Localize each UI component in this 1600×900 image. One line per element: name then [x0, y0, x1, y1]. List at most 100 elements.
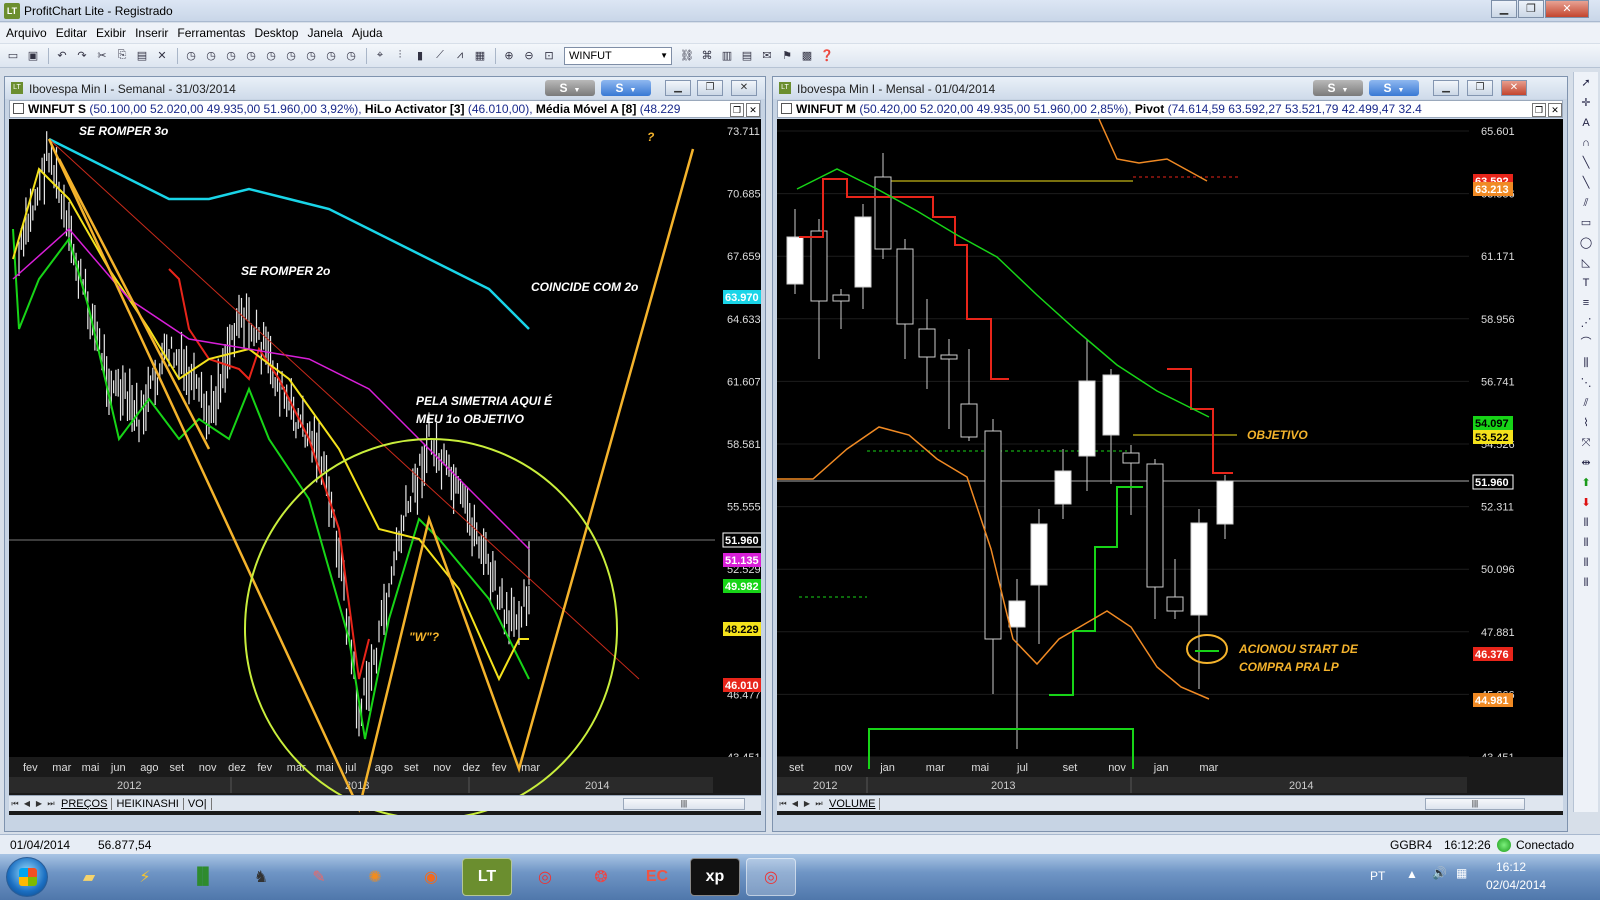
paint-icon[interactable]: ✎	[294, 858, 344, 896]
crosshair-icon[interactable]: ✛	[1576, 94, 1596, 112]
menu-arquivo[interactable]: Arquivo	[6, 26, 47, 40]
horizontal-scrollbar[interactable]: |||	[623, 798, 745, 810]
last-page-icon[interactable]: ⏭	[45, 799, 57, 809]
tray-expand-icon[interactable]: ▲	[1406, 867, 1418, 881]
fib-time-icon[interactable]: ⫼	[1576, 354, 1596, 372]
symbol-select[interactable]: WINFUT	[564, 46, 672, 65]
magnet-icon[interactable]: ∩	[1576, 134, 1596, 152]
period-s-icon[interactable]: ◷	[302, 48, 320, 64]
profitchart-icon[interactable]: ▐▌	[178, 858, 228, 896]
bar-chart-icon[interactable]: ⫶	[391, 48, 409, 64]
start-button[interactable]	[6, 857, 48, 897]
menu-desktop[interactable]: Desktop	[254, 26, 298, 40]
menu-ajuda[interactable]: Ajuda	[352, 26, 383, 40]
clock-date[interactable]: 02/04/2014	[1486, 878, 1546, 892]
checkbox[interactable]	[781, 103, 792, 114]
left-s-button-blue[interactable]: S ▼	[601, 80, 651, 96]
firefox-icon[interactable]: ◉	[406, 858, 456, 896]
minimize-icon[interactable]: ▁	[1491, 0, 1517, 18]
delete-icon[interactable]: ✕	[153, 48, 171, 64]
alert-icon[interactable]: ⚑	[778, 48, 796, 64]
explorer-icon[interactable]: ▰	[64, 858, 114, 896]
checkbox[interactable]	[13, 103, 24, 114]
redo-icon[interactable]: ↷	[73, 48, 91, 64]
zoom-out-icon[interactable]: ⊖	[520, 48, 538, 64]
period-30-icon[interactable]: ◷	[242, 48, 260, 64]
ellipse-icon[interactable]: ◯	[1576, 234, 1596, 252]
sell-arrow-icon[interactable]: ⬇	[1576, 494, 1596, 512]
period-60-icon[interactable]: ◷	[262, 48, 280, 64]
menu-janela[interactable]: Janela	[307, 26, 342, 40]
next-page-icon[interactable]: ▶	[33, 799, 45, 808]
circle-app-icon[interactable]: ❂	[576, 858, 626, 896]
minimize-icon[interactable]: ▁	[1433, 80, 1459, 96]
line-chart-icon[interactable]: ⟋	[431, 48, 449, 64]
right-s-button-gray[interactable]: S ▼	[1313, 80, 1363, 96]
volume-icon[interactable]: 🔊	[1432, 866, 1447, 880]
vertical-lines-icon[interactable]: ⦀	[1576, 514, 1596, 532]
fibonacci-icon[interactable]: ≡	[1576, 294, 1596, 312]
book-icon[interactable]: ▥	[718, 48, 736, 64]
indicator-icon[interactable]: ⩘	[451, 48, 469, 64]
ec-icon[interactable]: EC	[632, 858, 682, 896]
pointer-icon[interactable]: ➚	[1576, 74, 1596, 92]
menu-inserir[interactable]: Inserir	[135, 26, 168, 40]
new-file-icon[interactable]: ▭	[4, 48, 22, 64]
restore-icon[interactable]: ❐	[1467, 80, 1493, 96]
tab-precos[interactable]: PREÇOS	[57, 797, 113, 810]
right-price-chart[interactable]: 65.60163.38661.17158.95656.74154.52652.3…	[777, 119, 1563, 815]
projection-icon[interactable]: ⤧	[1576, 434, 1596, 452]
figure-icon[interactable]: ♞	[236, 858, 286, 896]
network-tray-icon[interactable]: ▦	[1456, 866, 1467, 880]
channel-icon[interactable]: ⫽	[1576, 194, 1596, 212]
last-page-icon[interactable]: ⏭	[813, 799, 825, 809]
rectangle-icon[interactable]: ▭	[1576, 214, 1596, 232]
vertical-lines-icon[interactable]: ⦀	[1576, 554, 1596, 572]
vertical-lines-icon[interactable]: ⦀	[1576, 574, 1596, 592]
first-page-icon[interactable]: ⏮	[777, 799, 789, 809]
menu-exibir[interactable]: Exibir	[96, 26, 126, 40]
close-icon[interactable]: ✕	[1501, 80, 1527, 96]
left-s-button-gray[interactable]: S ▼	[545, 80, 595, 96]
scanner-icon[interactable]: ▩	[798, 48, 816, 64]
menu-ferramentas[interactable]: Ferramentas	[177, 26, 245, 40]
cut-icon[interactable]: ✂	[93, 48, 111, 64]
text-tool-icon[interactable]: T	[1576, 274, 1596, 292]
close-icon[interactable]: ✕	[1548, 103, 1562, 117]
chrome-icon[interactable]: ◎	[746, 858, 796, 896]
candle-chart-icon[interactable]: ▮	[411, 48, 429, 64]
menu-editar[interactable]: Editar	[56, 26, 87, 40]
chrome-icon[interactable]: ◎	[520, 858, 570, 896]
network-icon[interactable]: ⌘	[698, 48, 716, 64]
xp-icon[interactable]: xp	[690, 858, 740, 896]
save-icon[interactable]: ▣	[24, 48, 42, 64]
text-icon[interactable]: A	[1576, 114, 1596, 132]
measure-icon[interactable]: ⇹	[1576, 454, 1596, 472]
close-icon[interactable]: ✕	[731, 80, 757, 96]
copy-icon[interactable]: ⎘	[113, 48, 131, 64]
prev-page-icon[interactable]: ◀	[21, 799, 33, 808]
arc-icon[interactable]: ⌒	[1576, 334, 1596, 352]
close-icon[interactable]: ✕	[746, 103, 760, 117]
tab-volume[interactable]: VOLUME	[825, 797, 881, 810]
buy-arrow-icon[interactable]: ⬆	[1576, 474, 1596, 492]
period-a-icon[interactable]: ◷	[342, 48, 360, 64]
vertical-lines-icon[interactable]: ⦀	[1576, 534, 1596, 552]
news-icon[interactable]: ✉	[758, 48, 776, 64]
lt-icon[interactable]: LT	[462, 858, 512, 896]
cursor-icon[interactable]: ⌖	[371, 48, 389, 64]
gann-icon[interactable]: ⋱	[1576, 374, 1596, 392]
prev-page-icon[interactable]: ◀	[789, 799, 801, 808]
avast-icon[interactable]: ✺	[350, 858, 400, 896]
period-15-icon[interactable]: ◷	[222, 48, 240, 64]
restore-icon[interactable]: ❐	[697, 80, 723, 96]
clock-time[interactable]: 16:12	[1496, 860, 1526, 874]
line-icon[interactable]: ╲	[1576, 154, 1596, 172]
lightning-icon[interactable]: ⚡	[120, 858, 170, 896]
ray-icon[interactable]: ╲	[1576, 174, 1596, 192]
cycles-icon[interactable]: ⌇	[1576, 414, 1596, 432]
period-m-icon[interactable]: ◷	[322, 48, 340, 64]
period-d-icon[interactable]: ◷	[282, 48, 300, 64]
fan-icon[interactable]: ⋰	[1576, 314, 1596, 332]
minimize-icon[interactable]: ▁	[665, 80, 691, 96]
